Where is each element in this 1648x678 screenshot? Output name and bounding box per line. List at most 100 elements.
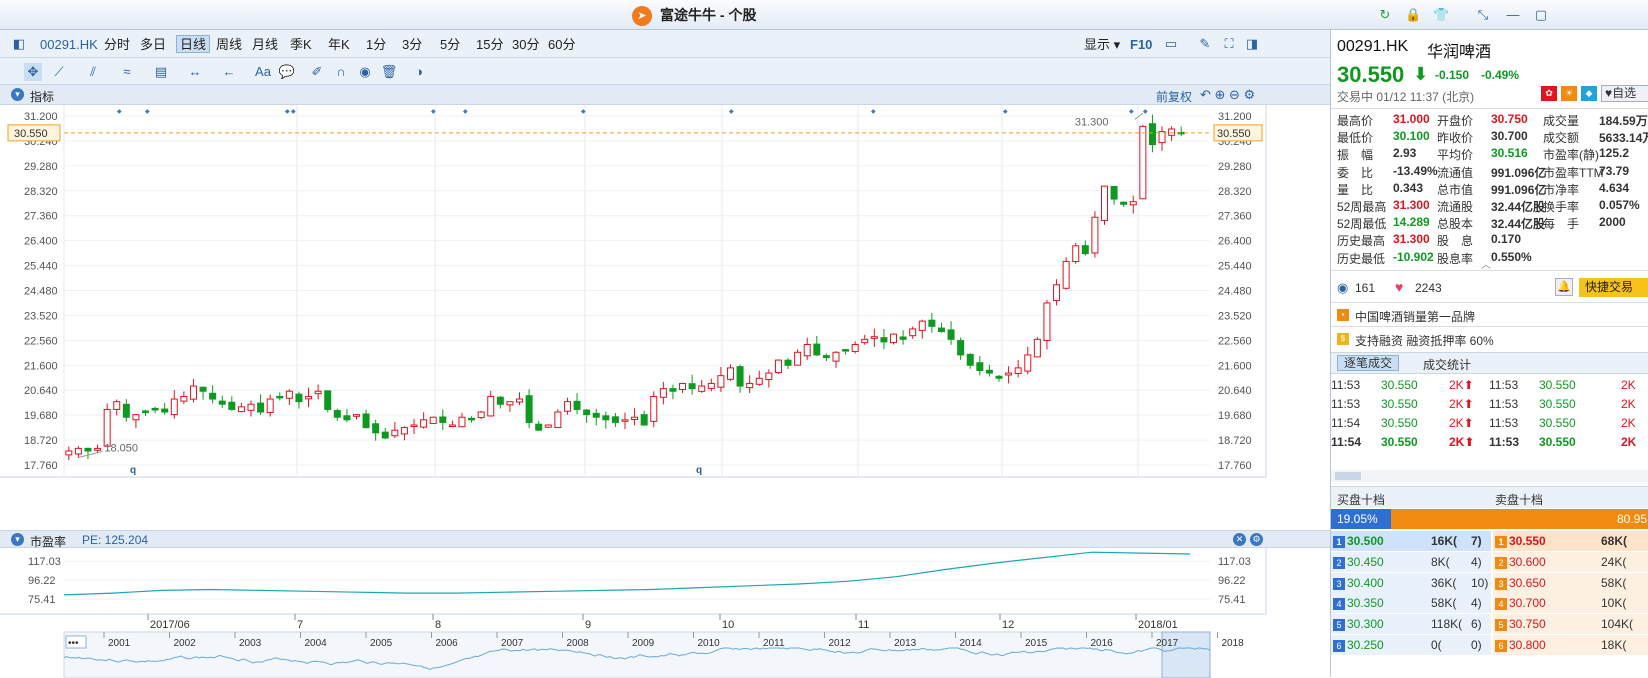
bid-price[interactable]: 2 30.450 [1333,555,1384,569]
restore-icon[interactable]: ▢ [1533,7,1549,23]
trade-cell: 11:53 [1331,397,1361,411]
bid-price[interactable]: 1 30.500 [1333,534,1384,548]
bid-volume[interactable]: 16K( [1431,534,1457,548]
quote-value: 30.700 [1491,129,1528,144]
pe-tick-left: 75.41 [28,594,56,606]
divider [1331,270,1648,271]
y-tick-left: 23.520 [24,310,58,322]
period-tab-11[interactable]: 15分 [476,36,503,54]
eye-icon[interactable]: ◉ [356,63,374,81]
y-tick-right: 25.440 [1218,261,1252,273]
ask-volume[interactable]: 24K( [1601,555,1626,569]
tab-trade-stats[interactable]: 成交统计 [1423,356,1471,373]
sidebar-toggle-icon[interactable]: ◧ [10,35,28,53]
pen-icon[interactable]: ✎ [1196,35,1214,53]
move-icon[interactable]: ✥ [24,63,42,81]
bid-volume[interactable]: 8K( [1431,555,1450,569]
price-change: -0.150 [1435,68,1470,82]
collapse-icon[interactable]: ▾ [11,88,24,101]
bid-volume[interactable]: 0( [1431,638,1442,652]
chart-tool-icon[interactable]: ▤ [152,63,170,81]
eraser-icon[interactable]: ✐ [308,63,326,81]
panel-toggle-icon[interactable]: ◨ [1243,35,1261,53]
adjust-mode[interactable]: 前复权 [1156,88,1192,105]
compare-icon[interactable]: ◑ [410,63,428,81]
range-tool-icon[interactable]: ↔ [186,63,204,81]
ask-price[interactable]: 6 30.800 [1495,638,1546,652]
ask-price[interactable]: 4 30.700 [1495,596,1546,611]
period-tab-1[interactable]: 分时 [104,36,130,54]
shirt-icon[interactable]: 👕 [1433,7,1449,23]
wave-tool-icon[interactable]: ≈ [118,63,136,81]
period-tab-13[interactable]: 60分 [548,36,575,54]
undo-icon[interactable]: ↶ ⊕ ⊖ ⚙ [1200,87,1255,103]
minimize-icon[interactable]: — [1505,7,1521,23]
bid-count[interactable]: 0) [1471,638,1482,652]
bid-price[interactable]: 5 30.300 [1333,617,1384,632]
fullscreen-icon[interactable]: ⛶ [1220,35,1238,53]
ask-volume[interactable]: 18K( [1601,638,1626,652]
ask-title: 卖盘十档 [1495,493,1544,507]
candle-body [611,416,619,423]
pe-close-icon[interactable]: ✕ [1233,533,1246,546]
heart-icon[interactable]: ♥ [1395,279,1403,295]
ask-price[interactable]: 5 30.750 [1495,617,1546,632]
bid-count[interactable]: 4) [1471,596,1482,610]
lock-icon[interactable]: 🔒 [1405,7,1421,23]
period-tab-9[interactable]: 3分 [402,36,422,54]
bid-volume[interactable]: 36K( [1431,576,1456,590]
period-tab-10[interactable]: 5分 [440,36,460,54]
channel-tool-icon[interactable]: ⫽ [84,63,102,81]
period-tab-6[interactable]: 季K [290,36,312,54]
shrink-icon[interactable]: ⤡ [1475,7,1491,23]
ask-volume[interactable]: 104K( [1601,617,1633,631]
period-tab-5[interactable]: 月线 [252,36,278,54]
expand-icon[interactable]: ︿ [1481,256,1491,271]
refresh-icon[interactable]: ↻ [1377,7,1393,23]
ask-price[interactable]: 1 30.550 [1495,534,1546,548]
month-label: 11 [858,619,869,631]
bid-count[interactable]: 10) [1471,576,1488,590]
candlestick-chart[interactable]: 31.200 31.20030.240 30.24029.280 29.28028.3… [0,105,1330,530]
tab-tick-trades[interactable]: 逐笔成交 [1337,355,1400,371]
text-tool-icon[interactable]: Aa [254,63,272,81]
bid-count[interactable]: 6) [1471,617,1482,631]
period-tab-2[interactable]: 多日 [140,36,166,54]
bid-volume[interactable]: 58K( [1431,596,1456,610]
ask-price[interactable]: 3 30.650 [1495,576,1546,590]
candle-body [324,390,332,410]
arrow-tool-icon[interactable]: ← [220,63,238,81]
f10-button[interactable]: F10 [1130,36,1152,54]
candle-body [285,390,293,399]
period-tab-3[interactable]: 日线 [176,35,211,53]
ask-price[interactable]: 2 30.600 [1495,555,1546,569]
ask-volume[interactable]: 10K( [1601,596,1626,610]
stock-code-label[interactable]: 00291.HK [40,36,98,54]
ask-volume[interactable]: 68K( [1601,534,1627,548]
candle-body [861,338,869,344]
period-tab-12[interactable]: 30分 [512,36,539,54]
layout-icon[interactable]: ▭ [1162,35,1180,53]
bid-price[interactable]: 4 30.350 [1333,596,1384,611]
pe-collapse-icon[interactable]: ▾ [11,533,24,546]
period-tab-7[interactable]: 年K [328,36,350,54]
bid-price[interactable]: 3 30.400 [1333,576,1384,590]
pe-settings-icon[interactable]: ⚙ [1250,533,1263,546]
watchlist-button[interactable]: ♥自选 [1601,85,1648,102]
bid-volume[interactable]: 118K( [1431,617,1462,631]
line-tool-icon[interactable]: ⟋ [50,63,68,81]
period-tab-8[interactable]: 1分 [366,36,386,54]
magnet-icon[interactable]: ∩ [332,63,350,81]
quote-row: 委 比 -13.49% 流通值 991.096亿 市盈率TTM 73.79 [1331,164,1648,180]
display-menu[interactable]: 显示 ▾ [1084,36,1120,54]
trash-icon[interactable]: 🗑 [380,63,398,81]
scrollbar[interactable] [1331,470,1648,482]
period-tab-4[interactable]: 周线 [216,36,242,54]
ask-volume[interactable]: 58K( [1601,576,1626,590]
bid-count[interactable]: 7) [1471,534,1482,548]
bid-price[interactable]: 6 30.250 [1333,638,1384,652]
comment-tool-icon[interactable]: 💬 [278,63,296,81]
bell-icon[interactable]: 🔔 [1555,278,1573,296]
bid-count[interactable]: 4) [1471,555,1482,569]
quick-trade-button[interactable]: 快捷交易 [1579,278,1648,297]
